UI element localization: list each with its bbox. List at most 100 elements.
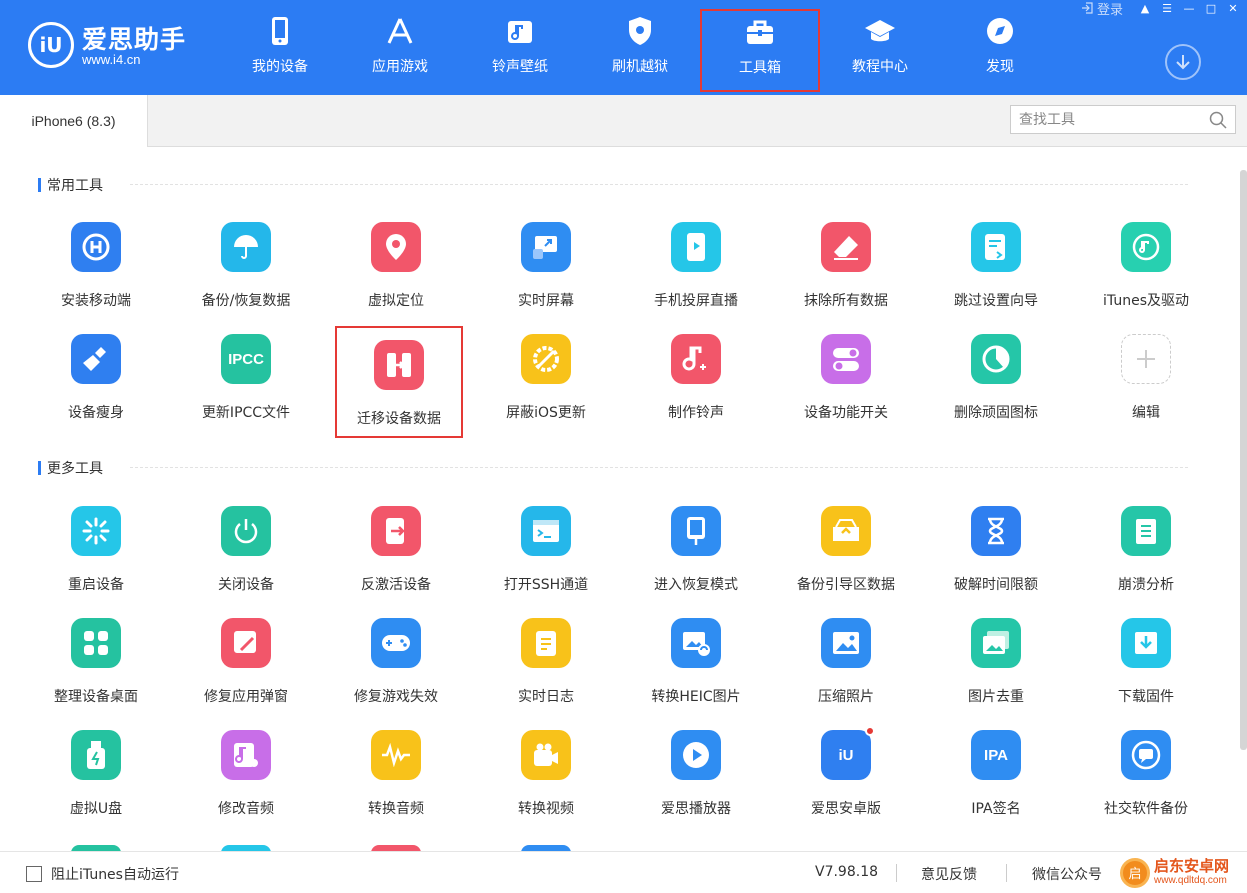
- tool-restart[interactable]: 重启设备: [21, 506, 171, 606]
- tool-label: 手机投屏直播: [654, 293, 738, 309]
- nav-shield[interactable]: 刷机越狱: [580, 0, 700, 95]
- tool-label: 修复游戏失效: [354, 689, 438, 705]
- tool-phone-cast[interactable]: 手机投屏直播: [621, 222, 771, 322]
- hourglass-icon: [971, 506, 1021, 556]
- tool-screen-share[interactable]: 实时屏幕: [471, 222, 621, 322]
- tool-recovery-mode[interactable]: 进入恢复模式: [621, 506, 771, 606]
- tool-migrate-data[interactable]: 迁移设备数据: [335, 326, 463, 438]
- tool-ringtone[interactable]: 制作铃声: [621, 334, 771, 434]
- tool-location-pin[interactable]: 虚拟定位: [321, 222, 471, 322]
- tool-i4-android[interactable]: iU 爱思安卓版: [771, 726, 921, 830]
- grid-icon: [71, 618, 121, 668]
- login-label: 登录: [1096, 2, 1123, 18]
- compass-icon: [983, 14, 1017, 48]
- phone-cast-icon: [671, 222, 721, 272]
- tool-plus[interactable]: 编辑: [1071, 334, 1221, 434]
- log-icon: [521, 618, 571, 668]
- search-input[interactable]: [1019, 111, 1199, 128]
- nav-toolbox[interactable]: 工具箱: [700, 9, 820, 92]
- tool-label: 压缩照片: [818, 689, 874, 705]
- tool-label: 实时屏幕: [518, 293, 574, 309]
- tool-video-convert[interactable]: 转换视频: [471, 730, 621, 830]
- tool-label: 爱思安卓版: [811, 801, 881, 817]
- tool-install-mobile[interactable]: 安装移动端: [21, 222, 171, 322]
- tool-heic-convert[interactable]: 转换HEIC图片: [621, 618, 771, 718]
- tool-play[interactable]: 爱思播放器: [621, 730, 771, 830]
- tool-ipcc[interactable]: IPCC 更新IPCC文件: [171, 334, 321, 434]
- tool-usb-drive[interactable]: 虚拟U盘: [21, 730, 171, 830]
- tool-label: 崩溃分析: [1118, 577, 1174, 593]
- tool-gamepad[interactable]: 修复游戏失效: [321, 618, 471, 718]
- nav-label: 铃声壁纸: [492, 59, 548, 75]
- minimize-icon[interactable]: —: [1181, 1, 1197, 15]
- tool-label: 转换HEIC图片: [651, 689, 741, 705]
- heic-convert-icon: [671, 618, 721, 668]
- nav-label: 教程中心: [852, 59, 908, 75]
- tool-hourglass[interactable]: 破解时间限额: [921, 506, 1071, 606]
- download-firmware-icon: [1121, 618, 1171, 668]
- tool-toggle[interactable]: 设备功能开关: [771, 334, 921, 434]
- tool-label: 整理设备桌面: [54, 689, 138, 705]
- tool-search[interactable]: [1010, 105, 1236, 134]
- maximize-icon[interactable]: □: [1203, 1, 1219, 15]
- tool-block-update[interactable]: 屏蔽iOS更新: [471, 334, 621, 434]
- block-itunes-label[interactable]: 阻止iTunes自动运行: [51, 864, 179, 884]
- restart-icon: [71, 506, 121, 556]
- tool-broom[interactable]: 设备瘦身: [21, 334, 171, 434]
- tool-duplicate-image[interactable]: 图片去重: [921, 618, 1071, 718]
- usb-drive-icon: [71, 730, 121, 780]
- watermark-title: 启东安卓网: [1154, 857, 1230, 875]
- tool-chat-backup[interactable]: 社交软件备份: [1071, 730, 1221, 830]
- nav-graduation-cap[interactable]: 教程中心: [820, 0, 940, 95]
- divider: [1006, 864, 1007, 882]
- app-logo: iU 爱思助手 www.i4.cn: [28, 18, 198, 74]
- tool-label: 关闭设备: [218, 577, 274, 593]
- image-icon: [821, 618, 871, 668]
- tool-itunes[interactable]: iTunes及驱动: [1071, 222, 1221, 322]
- arrow-down-icon: [1176, 55, 1190, 70]
- tool-label: 编辑: [1132, 405, 1160, 421]
- power-icon: [221, 506, 271, 556]
- tool-label: 社交软件备份: [1104, 801, 1188, 817]
- search-icon[interactable]: [1209, 111, 1227, 129]
- login-button[interactable]: 登录: [1081, 0, 1123, 18]
- recovery-mode-icon: [671, 506, 721, 556]
- feedback-link[interactable]: 意见反馈: [921, 864, 977, 884]
- nav-compass[interactable]: 发现: [940, 0, 1060, 95]
- tool-boot-backup[interactable]: 备份引导区数据: [771, 506, 921, 606]
- tool-audio-edit[interactable]: 修改音频: [171, 730, 321, 830]
- tool-label: 重启设备: [68, 577, 124, 593]
- close-icon[interactable]: ✕: [1225, 1, 1241, 15]
- tool-deactivate[interactable]: 反激活设备: [321, 506, 471, 606]
- tool-download-firmware[interactable]: 下载固件: [1071, 618, 1221, 718]
- nav-label: 工具箱: [739, 60, 781, 76]
- block-itunes-checkbox[interactable]: [26, 866, 42, 882]
- tool-label: 跳过设置向导: [954, 293, 1038, 309]
- tool-ipa-sign[interactable]: IPA IPA签名: [921, 730, 1071, 830]
- tool-terminal[interactable]: 打开SSH通道: [471, 506, 621, 606]
- watermark-logo: 启: [1120, 857, 1150, 888]
- tool-image[interactable]: 压缩照片: [771, 618, 921, 718]
- tool-umbrella[interactable]: 备份/恢复数据: [171, 222, 321, 322]
- download-manager-button[interactable]: [1165, 44, 1201, 80]
- nav-label: 我的设备: [252, 59, 308, 75]
- device-tab[interactable]: iPhone6 (8.3): [0, 95, 148, 147]
- tool-power[interactable]: 关闭设备: [171, 506, 321, 606]
- menu-icon[interactable]: ☰: [1159, 1, 1175, 15]
- tool-pie[interactable]: 删除顽固图标: [921, 334, 1071, 434]
- nav-phone[interactable]: 我的设备: [220, 0, 340, 95]
- scrollbar[interactable]: [1240, 170, 1247, 750]
- wechat-link[interactable]: 微信公众号: [1032, 864, 1102, 884]
- tool-grid[interactable]: 整理设备桌面: [21, 618, 171, 718]
- tool-repair-app[interactable]: 修复应用弹窗: [171, 618, 321, 718]
- skin-icon[interactable]: ▲: [1137, 1, 1153, 15]
- music-icon: [503, 14, 537, 48]
- nav-label: 发现: [986, 59, 1014, 75]
- tool-log[interactable]: 实时日志: [471, 618, 621, 718]
- nav-app-store[interactable]: 应用游戏: [340, 0, 460, 95]
- nav-music[interactable]: 铃声壁纸: [460, 0, 580, 95]
- tool-eraser[interactable]: 抹除所有数据: [771, 222, 921, 322]
- tool-crash-log[interactable]: 崩溃分析: [1071, 506, 1221, 606]
- tool-waveform[interactable]: 转换音频: [321, 730, 471, 830]
- tool-skip-setup[interactable]: 跳过设置向导: [921, 222, 1071, 322]
